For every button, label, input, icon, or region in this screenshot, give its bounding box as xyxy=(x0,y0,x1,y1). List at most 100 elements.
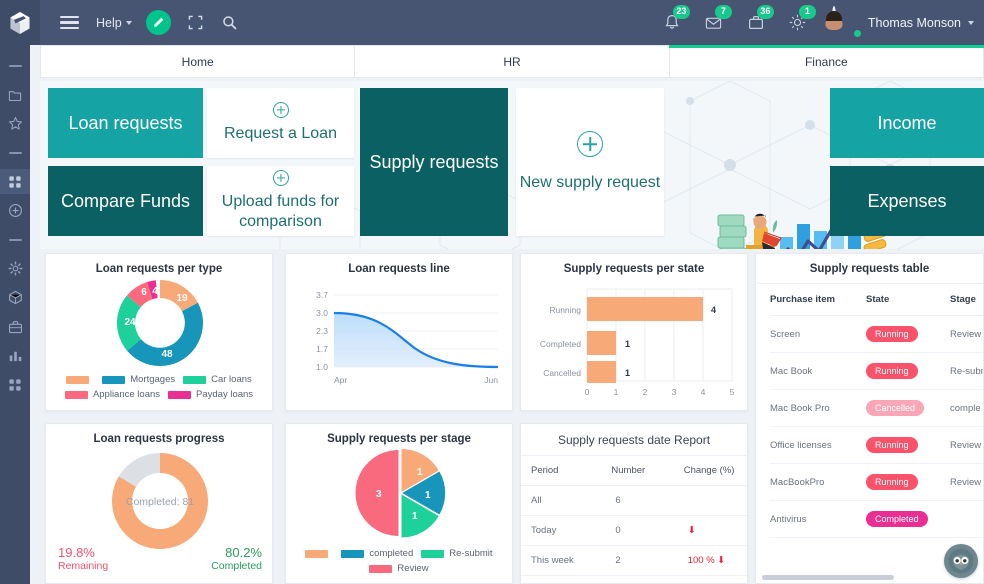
rail-item-modules[interactable] xyxy=(0,372,30,397)
edit-button[interactable] xyxy=(145,10,171,35)
cell-item[interactable]: Screen xyxy=(770,315,866,353)
plus-circle-icon xyxy=(272,102,289,118)
activities-badge: 36 xyxy=(756,4,774,19)
slice-value-3: 6 xyxy=(141,287,147,298)
grid-icon xyxy=(9,378,21,391)
card-supply-requests-per-stage: Supply requests per stage 1 1 1 3 comple… xyxy=(285,423,513,584)
col-change: Change (%) xyxy=(683,456,747,486)
online-status-dot xyxy=(852,29,862,38)
tile-upload-funds[interactable]: Upload funds for comparison xyxy=(207,166,354,236)
table-row[interactable]: All 6 xyxy=(521,485,747,516)
table-row[interactable]: MacBookPro Running Review xyxy=(770,463,983,501)
tile-supply-requests[interactable]: Supply requests xyxy=(360,88,508,236)
cell-period: All xyxy=(521,485,612,516)
fullscreen-button[interactable] xyxy=(179,6,213,40)
table-row[interactable]: Office licenses Running Review xyxy=(770,426,983,464)
legend-item-4[interactable]: Payday loans xyxy=(168,389,253,400)
legend-label: completed xyxy=(369,548,414,559)
help-menu[interactable]: Help xyxy=(96,16,132,30)
tile-income[interactable]: Income xyxy=(830,88,984,158)
cell-state: Completed xyxy=(866,500,950,538)
user-menu[interactable]: Thomas Monson xyxy=(831,6,974,38)
horizontal-scrollbar[interactable] xyxy=(762,575,894,580)
slice-value-0: 19 xyxy=(176,293,188,304)
cell-item[interactable]: Mac Book Pro xyxy=(770,389,866,427)
tile-request-a-loan[interactable]: Request a Loan xyxy=(207,88,354,158)
tile-label: Loan requests xyxy=(68,112,183,133)
legend-item-2[interactable]: Car loans xyxy=(183,374,252,385)
rail-item-folder[interactable] xyxy=(0,82,30,107)
plus-circle-icon xyxy=(8,204,22,217)
tile-new-supply-request[interactable]: New supply request xyxy=(516,88,664,236)
rail-item-briefcase[interactable] xyxy=(0,314,30,339)
tab-hr[interactable]: HR xyxy=(355,45,670,78)
legend-item-1[interactable]: Mortgages xyxy=(102,374,175,385)
supply-requests-table: Purchase item State Stage Screen Running… xyxy=(770,284,983,538)
tile-label: Compare Funds xyxy=(60,190,191,211)
rail-item-package[interactable] xyxy=(0,285,30,310)
table-header-row: Purchase item State Stage xyxy=(770,284,983,316)
cat-running: Running xyxy=(549,305,581,315)
tile-label: Supply requests xyxy=(369,151,499,172)
cell-item[interactable]: Office licenses xyxy=(770,426,866,464)
remaining-label: Remaining xyxy=(58,560,108,572)
x-tick-1: 1 xyxy=(614,387,619,397)
cell-item[interactable]: Antivirus xyxy=(770,500,866,538)
legend-item-3[interactable]: Appliance loans xyxy=(64,389,160,400)
cell-period: Today xyxy=(521,515,612,546)
bar-chart-icon xyxy=(9,351,21,361)
cell-item[interactable]: MacBookPro xyxy=(770,463,866,501)
table-row[interactable]: Antivirus Completed xyxy=(770,500,983,538)
legend-label: Review xyxy=(397,563,429,574)
tab-home[interactable]: Home xyxy=(40,45,356,78)
cell-state: Running xyxy=(866,426,950,464)
notifications-button[interactable]: 23 xyxy=(652,3,692,43)
table-row[interactable]: This week 2 100 % ⬇ xyxy=(521,545,747,576)
cell-stage: Review xyxy=(950,463,983,501)
legend-item-0[interactable] xyxy=(305,548,333,559)
status-badge: Running xyxy=(866,437,918,453)
notifications-badge: 23 xyxy=(672,4,690,19)
search-button[interactable] xyxy=(213,6,247,40)
table-header-row: Period Number Change (%) xyxy=(521,456,747,486)
tile-loan-requests[interactable]: Loan requests xyxy=(48,88,203,158)
table-row[interactable]: ⬆ xyxy=(521,575,747,583)
quick-actions-band: Loan requests Request a Loan Compare Fun… xyxy=(40,81,984,249)
status-badge: Running xyxy=(866,363,918,379)
cell-item[interactable]: Mac Book xyxy=(770,352,866,390)
status-badge: Cancelled xyxy=(866,400,925,416)
app-logo[interactable] xyxy=(0,0,40,45)
tile-expenses[interactable]: Expenses xyxy=(830,166,984,236)
rail-item-apps[interactable] xyxy=(0,169,30,194)
cell-number: 6 xyxy=(611,485,684,516)
settings-badge: 1 xyxy=(798,4,816,19)
rail-item-reports[interactable] xyxy=(0,343,30,368)
messages-button[interactable]: 7 xyxy=(694,3,734,43)
activities-button[interactable]: 36 xyxy=(736,3,776,43)
legend-swatch xyxy=(305,549,329,558)
legend-item-3[interactable]: Review xyxy=(292,563,506,574)
tile-compare-funds[interactable]: Compare Funds xyxy=(48,166,203,236)
tile-label: Expenses xyxy=(867,190,947,211)
table-row[interactable]: Screen Running Review xyxy=(770,315,983,353)
rail-item-settings[interactable] xyxy=(0,256,30,281)
x-tick-4: 4 xyxy=(701,387,706,397)
card-title: Supply requests per stage xyxy=(327,433,471,445)
hamburger-menu-button[interactable] xyxy=(52,6,86,40)
rail-item-add[interactable] xyxy=(0,198,30,223)
slice-value-1: 1 xyxy=(425,490,431,501)
table-row[interactable]: Mac Book Running Re-subm xyxy=(770,352,983,390)
table-row[interactable]: Mac Book Pro Cancelled comple xyxy=(770,389,983,427)
chat-widget-button[interactable] xyxy=(944,544,978,578)
settings-button[interactable]: 1 xyxy=(778,3,818,43)
table-row[interactable]: Today 0 ⬇ xyxy=(521,515,747,546)
tab-finance[interactable]: Finance xyxy=(668,45,984,78)
bar-value-cancelled: 1 xyxy=(625,368,630,378)
rail-item-favorites[interactable] xyxy=(0,111,30,136)
briefcase-icon xyxy=(8,320,22,333)
legend-item-0[interactable] xyxy=(66,374,94,385)
legend-item-2[interactable]: Re-submit xyxy=(421,548,493,559)
legend-item-1[interactable]: completed xyxy=(341,548,413,559)
tab-bar: Home HR Finance xyxy=(40,45,984,78)
arrow-down-icon: ⬇ xyxy=(717,555,726,566)
